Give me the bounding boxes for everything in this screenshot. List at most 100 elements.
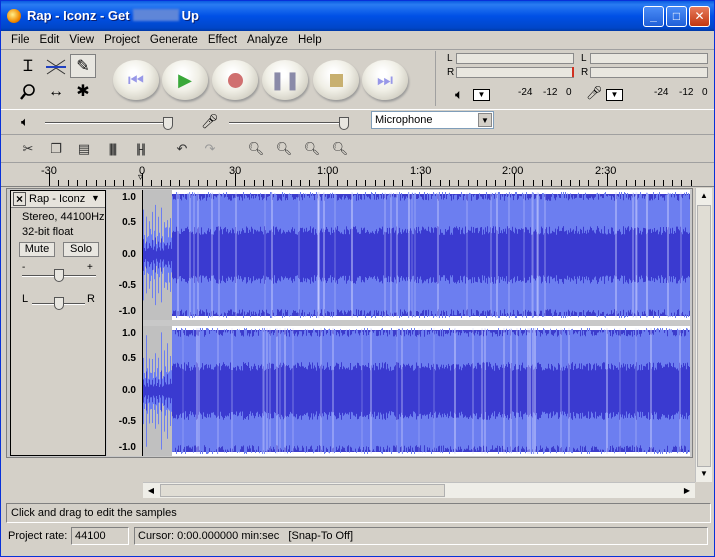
vertical-scrollbar[interactable]: ▲ ▼	[695, 188, 712, 482]
ruler-tick	[607, 173, 608, 186]
ruler-tick	[523, 180, 524, 186]
timeshift-tool-icon[interactable]: ↔	[43, 80, 69, 104]
menu-view[interactable]: View	[64, 31, 99, 46]
play-meter-left[interactable]	[456, 53, 574, 64]
ruler-tick	[356, 180, 357, 186]
ruler-tick	[151, 180, 152, 186]
ruler-tick	[691, 180, 692, 186]
menu-project[interactable]: Project	[99, 31, 145, 46]
play-icon: ▶	[178, 70, 192, 90]
zoom-tool-icon[interactable]	[15, 80, 41, 104]
undo-icon[interactable]: ↶	[171, 139, 193, 159]
selection-tool-icon[interactable]: Ɪ	[15, 55, 41, 79]
ruler-tick	[393, 180, 394, 186]
trim-icon[interactable]: |||||	[101, 139, 123, 159]
scale-label: -1.0	[118, 306, 136, 317]
multi-tool-icon[interactable]: ✱	[70, 80, 96, 104]
fit-project-icon[interactable]: 🔍︎	[329, 139, 351, 159]
window-title-suffix: Up	[181, 8, 199, 23]
menu-file[interactable]: File	[1, 31, 35, 46]
redo-icon[interactable]: ↷	[199, 139, 221, 159]
ruler-tick	[49, 173, 50, 186]
output-volume-slider-thumb[interactable]	[163, 117, 173, 130]
zoom-in-icon[interactable]: 🔍︎	[245, 139, 267, 159]
play-meter-right[interactable]	[456, 67, 574, 78]
ruler-tick	[105, 180, 106, 186]
cut-icon[interactable]: ✂	[17, 139, 39, 159]
track-name-bar[interactable]: × Rap - Iconz ▼	[11, 191, 105, 208]
zoom-out-icon[interactable]: 🔍︎	[273, 139, 295, 159]
menu-edit[interactable]: Edit	[35, 31, 65, 46]
scroll-up-icon[interactable]: ▲	[696, 188, 712, 204]
ruler-tick	[300, 180, 301, 186]
ruler-tick	[635, 180, 636, 186]
track-close-icon[interactable]: ×	[13, 192, 26, 206]
ruler-tick	[244, 180, 245, 186]
record-meter-right[interactable]	[590, 67, 708, 78]
play-meter-right-label: R	[447, 67, 455, 78]
ruler-tick	[421, 173, 422, 186]
maximize-button[interactable]: □	[666, 6, 687, 27]
gain-slider-thumb[interactable]	[54, 269, 64, 282]
menu-effect[interactable]: Effect	[203, 31, 242, 46]
track-control-panel: × Rap - Iconz ▼ Stereo, 44100Hz 32-bit f…	[10, 190, 106, 456]
pan-slider-thumb[interactable]	[54, 297, 64, 310]
play-meter-dropdown-icon[interactable]: ▼	[473, 89, 490, 101]
minimize-button[interactable]: _	[643, 6, 664, 27]
paste-icon[interactable]: ▤	[73, 139, 95, 159]
ruler-tick	[68, 180, 69, 186]
waveform-view[interactable]	[143, 190, 690, 456]
input-volume-slider-track[interactable]	[229, 122, 347, 124]
title-bar[interactable]: Rap - Iconz - Get Up _ □ ✕	[1, 1, 714, 31]
project-rate-label: Project rate:	[8, 530, 68, 542]
ruler-tick	[626, 180, 627, 186]
input-volume-slider-thumb[interactable]	[339, 117, 349, 130]
ruler-tick	[533, 180, 534, 186]
fit-selection-icon[interactable]: 🔍︎	[301, 139, 323, 159]
skip-start-button[interactable]: ⏮	[113, 60, 159, 100]
stop-button[interactable]	[313, 60, 359, 100]
ruler-tick	[440, 180, 441, 186]
scroll-left-icon[interactable]: ◀	[143, 483, 159, 498]
horizontal-scrollbar[interactable]: ◀ ▶	[143, 482, 695, 498]
ruler-tick	[551, 180, 552, 186]
scroll-right-icon[interactable]: ▶	[679, 483, 695, 498]
menu-generate[interactable]: Generate	[145, 31, 203, 46]
project-rate-field[interactable]: 44100	[71, 527, 129, 545]
app-icon	[7, 9, 21, 23]
edit-toolbar: ✂ ❐ ▤ ||||| ||-|| ↶ ↷ 🔍︎ 🔍︎ 🔍︎ 🔍︎	[1, 136, 714, 163]
ruler-tick	[133, 180, 134, 186]
ruler-tick	[486, 180, 487, 186]
pause-button[interactable]: ❚❚	[262, 60, 308, 100]
timeline-ruler[interactable]: -30 0 30 1:00 1:30 2:00 2:30 ▿	[1, 163, 714, 187]
input-source-value: Microphone	[375, 114, 433, 126]
play-meter-left-label: L	[447, 53, 453, 64]
record-meter-dropdown-icon[interactable]: ▼	[606, 89, 623, 101]
ruler-tick	[663, 180, 664, 186]
scale-label: 0.0	[122, 249, 136, 260]
track-menu-chevron-icon[interactable]: ▼	[91, 193, 100, 203]
output-volume-slider-track[interactable]	[45, 122, 171, 124]
ruler-tick	[384, 180, 385, 186]
status-hint: Click and drag to edit the samples	[6, 503, 711, 523]
horizontal-scroll-thumb[interactable]	[160, 484, 445, 497]
ruler-tick	[644, 180, 645, 186]
envelope-tool-icon[interactable]	[43, 55, 69, 79]
ruler-tick	[375, 180, 376, 186]
scroll-down-icon[interactable]: ▼	[696, 466, 712, 482]
play-button[interactable]: ▶	[162, 60, 208, 100]
vertical-scroll-thumb[interactable]	[697, 205, 711, 467]
record-button[interactable]	[212, 60, 258, 100]
chevron-down-icon[interactable]: ▼	[478, 113, 492, 127]
draw-tool-icon[interactable]: ✎	[70, 54, 96, 78]
solo-button[interactable]: Solo	[63, 242, 99, 257]
skip-end-button[interactable]: ⏭	[362, 60, 408, 100]
copy-icon[interactable]: ❐	[45, 139, 67, 159]
menu-help[interactable]: Help	[293, 31, 327, 46]
input-source-select[interactable]: Microphone ▼	[371, 111, 494, 129]
mute-button[interactable]: Mute	[19, 242, 55, 257]
record-meter-left[interactable]	[590, 53, 708, 64]
menu-analyze[interactable]: Analyze	[242, 31, 293, 46]
silence-icon[interactable]: ||-||	[129, 139, 151, 159]
close-button[interactable]: ✕	[689, 6, 710, 27]
